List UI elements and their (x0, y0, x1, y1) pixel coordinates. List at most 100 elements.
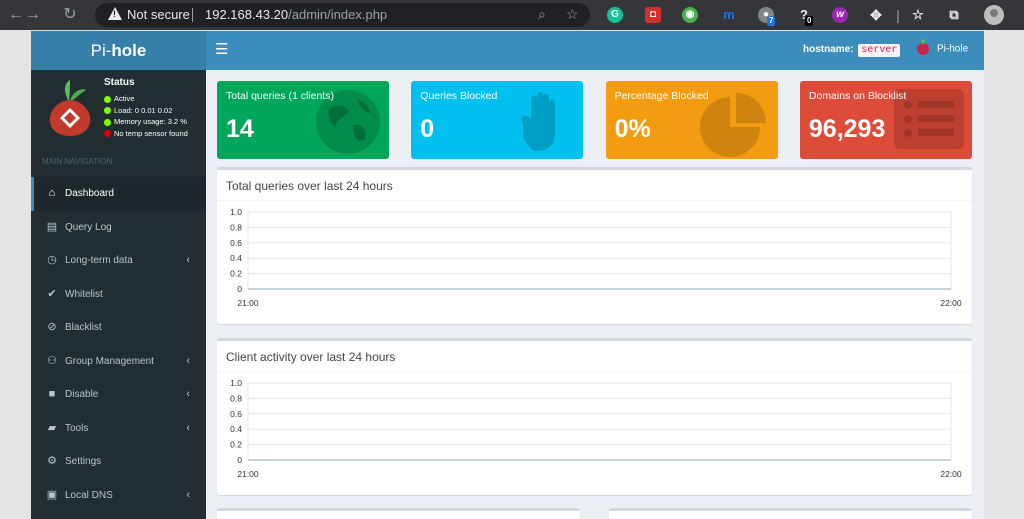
box-partial-right (609, 508, 972, 519)
app-logo[interactable]: Pi-hole (31, 31, 206, 70)
sidebar-item-whitelist[interactable]: ✔ Whitelist (31, 278, 206, 312)
security-label[interactable]: Not secure (127, 7, 190, 22)
sidebar-item-local-dns[interactable]: ▣ Local DNS ‹ (31, 479, 206, 513)
main-content: Total queries (1 clients) 14 Queries Block… (206, 70, 984, 519)
queries-chart[interactable]: 0 0.2 0.4 0.6 0.8 1.0 21:00 22:00 (217, 202, 972, 320)
warning-icon: ! (108, 7, 122, 20)
box-divider (217, 200, 972, 201)
sidebar-item-label: Settings (65, 456, 102, 467)
stat-value: 14 (226, 115, 254, 143)
y-tick-label: 0.2 (230, 269, 242, 279)
profile-avatar[interactable] (984, 5, 1004, 25)
stat-box-total-queries-1-clients[interactable]: Total queries (1 clients) 14 (217, 81, 389, 159)
y-tick-label: 0.6 (230, 409, 242, 419)
stat-title: Percentage Blocked (614, 90, 709, 102)
grammarly-extension-icon[interactable]: G (607, 7, 623, 23)
stat-value: 96,293 (808, 115, 886, 143)
stat-box-domains-on-blocklist[interactable]: Domains on Blocklist 96,293 (799, 81, 972, 159)
favorites-icon[interactable]: ☆ (910, 7, 926, 23)
stat-box-percentage-blocked[interactable]: Percentage Blocked 0% (605, 81, 778, 159)
collections-icon[interactable]: ⧉ (946, 7, 962, 23)
extension-badge: 0 (805, 16, 814, 26)
hand-icon (509, 89, 575, 159)
sidebar-item-group-management[interactable]: ⚇ Group Management ‹ (31, 345, 206, 379)
status-dot-icon (104, 95, 111, 103)
extension-w-icon[interactable]: w (832, 7, 848, 23)
home-icon: ⌂ (48, 187, 56, 199)
stat-title: Domains on Blocklist (808, 90, 907, 102)
box-partial-left (217, 508, 580, 519)
hostname-display: hostname: server (803, 44, 901, 57)
stat-box-queries-blocked[interactable]: Queries Blocked 0 (411, 81, 584, 159)
sidebar-menu: ⌂ Dashboard ▤ Query Log ◷ Long-term data ‹ ✔ Whi… (31, 177, 206, 512)
pihole-mini-logo-icon (917, 39, 929, 55)
pihole-logo-icon (49, 80, 91, 136)
status-panel: Status Active Load: 0 0.01 0.02 Memory usa… (31, 70, 206, 150)
status-line: Load: 0 0.01 0.02 (104, 106, 172, 115)
users-icon: ⚇ (47, 354, 57, 367)
chevron-left-icon: ‹ (186, 254, 190, 266)
y-tick-label: 0.8 (230, 393, 242, 403)
stat-value: 0% (614, 115, 651, 143)
user-menu[interactable]: Pi-hole (917, 39, 969, 55)
y-tick-label: 0.2 (230, 440, 242, 450)
forward-icon[interactable]: → (23, 5, 43, 25)
status-line: Active (104, 94, 134, 103)
extension-eye-icon[interactable]: ◉ (682, 7, 698, 23)
clock-icon: ◷ (47, 254, 57, 266)
sidebar-item-label: Group Management (65, 355, 154, 367)
y-tick-label: 0.8 (230, 222, 242, 232)
y-tick-label: 1.0 (230, 378, 242, 388)
address-bar[interactable]: ! Not secure 192.168.43.20/admin/index.p… (95, 3, 590, 27)
user-label: Pi-hole (937, 43, 969, 55)
x-tick-label: 22:00 (940, 298, 962, 308)
folder-icon: ▰ (47, 421, 57, 434)
extension-m-icon[interactable]: m (721, 7, 737, 23)
sidebar-item-blacklist[interactable]: ⊘ Blacklist (31, 311, 206, 345)
status-dot-icon (104, 130, 111, 138)
sidebar-item-label: Query Log (65, 221, 112, 233)
pihole-app: Pi-hole ☰ hostname: server Pi-hole Statu… (31, 31, 984, 519)
sidebar-item-query-log[interactable]: ▤ Query Log (31, 211, 206, 245)
sidebar-item-long-term-data[interactable]: ◷ Long-term data ‹ (31, 244, 206, 278)
extensions-puzzle-icon[interactable]: ✥ (868, 7, 884, 23)
client-activity-chart[interactable]: 0 0.2 0.4 0.6 0.8 1.0 21:00 22:00 (217, 373, 972, 491)
ban-icon: ⊘ (47, 321, 57, 333)
chart-title: Total queries over last 24 hours (226, 179, 393, 193)
y-tick-label: 0.4 (230, 253, 242, 263)
toolbar-divider: | (896, 7, 900, 23)
sidebar-item-tools[interactable]: ▰ Tools ‹ (31, 412, 206, 446)
extension-help-icon[interactable]: ? 0 (796, 7, 814, 26)
url-text[interactable]: 192.168.43.20/admin/index.php (205, 7, 387, 22)
status-dot-icon (104, 107, 111, 115)
chart-title: Client activity over last 24 hours (226, 350, 396, 364)
sidebar-item-disable[interactable]: ■ Disable ‹ (31, 378, 206, 412)
sidebar-item-settings[interactable]: ⚙ Settings (31, 445, 206, 479)
top-navbar: Pi-hole ☰ hostname: server Pi-hole (31, 31, 984, 70)
stat-value: 0 (420, 115, 435, 143)
sidebar-item-label: Disable (65, 389, 99, 400)
x-tick-label: 21:00 (237, 298, 259, 308)
status-line: Memory usage: 3.2 % (104, 117, 187, 126)
omnibox-divider (192, 8, 193, 22)
logo-bold: hole (111, 41, 147, 60)
file-icon: ▤ (46, 220, 58, 233)
zoom-icon[interactable]: ⌕ (538, 6, 546, 23)
status-text: Load: 0 0.01 0.02 (114, 105, 173, 115)
extension-red-icon[interactable]: ◘ (645, 7, 661, 23)
sidebar-item-label: Local DNS (65, 489, 113, 501)
sidebar-item-label: Blacklist (65, 322, 102, 333)
status-text: No temp sensor found (114, 128, 188, 138)
extension-gray-icon[interactable]: ● 7 (758, 7, 776, 26)
bookmark-star-icon[interactable]: ☆ (566, 6, 579, 23)
stat-title: Queries Blocked (420, 90, 498, 102)
gears-icon: ⚙ (47, 455, 57, 467)
hostname-label: hostname: (803, 44, 854, 55)
logo-prefix: Pi- (90, 41, 112, 60)
hamburger-menu-icon[interactable]: ☰ (215, 41, 228, 59)
chart-box-total-queries: Total queries over last 24 hours 0 0.2 0.4… (217, 167, 972, 324)
stat-title: Total queries (1 clients) (226, 90, 334, 102)
sidebar-item-dashboard[interactable]: ⌂ Dashboard (31, 177, 206, 211)
chevron-left-icon: ‹ (186, 388, 190, 400)
reload-icon[interactable]: ↻ (60, 5, 80, 25)
